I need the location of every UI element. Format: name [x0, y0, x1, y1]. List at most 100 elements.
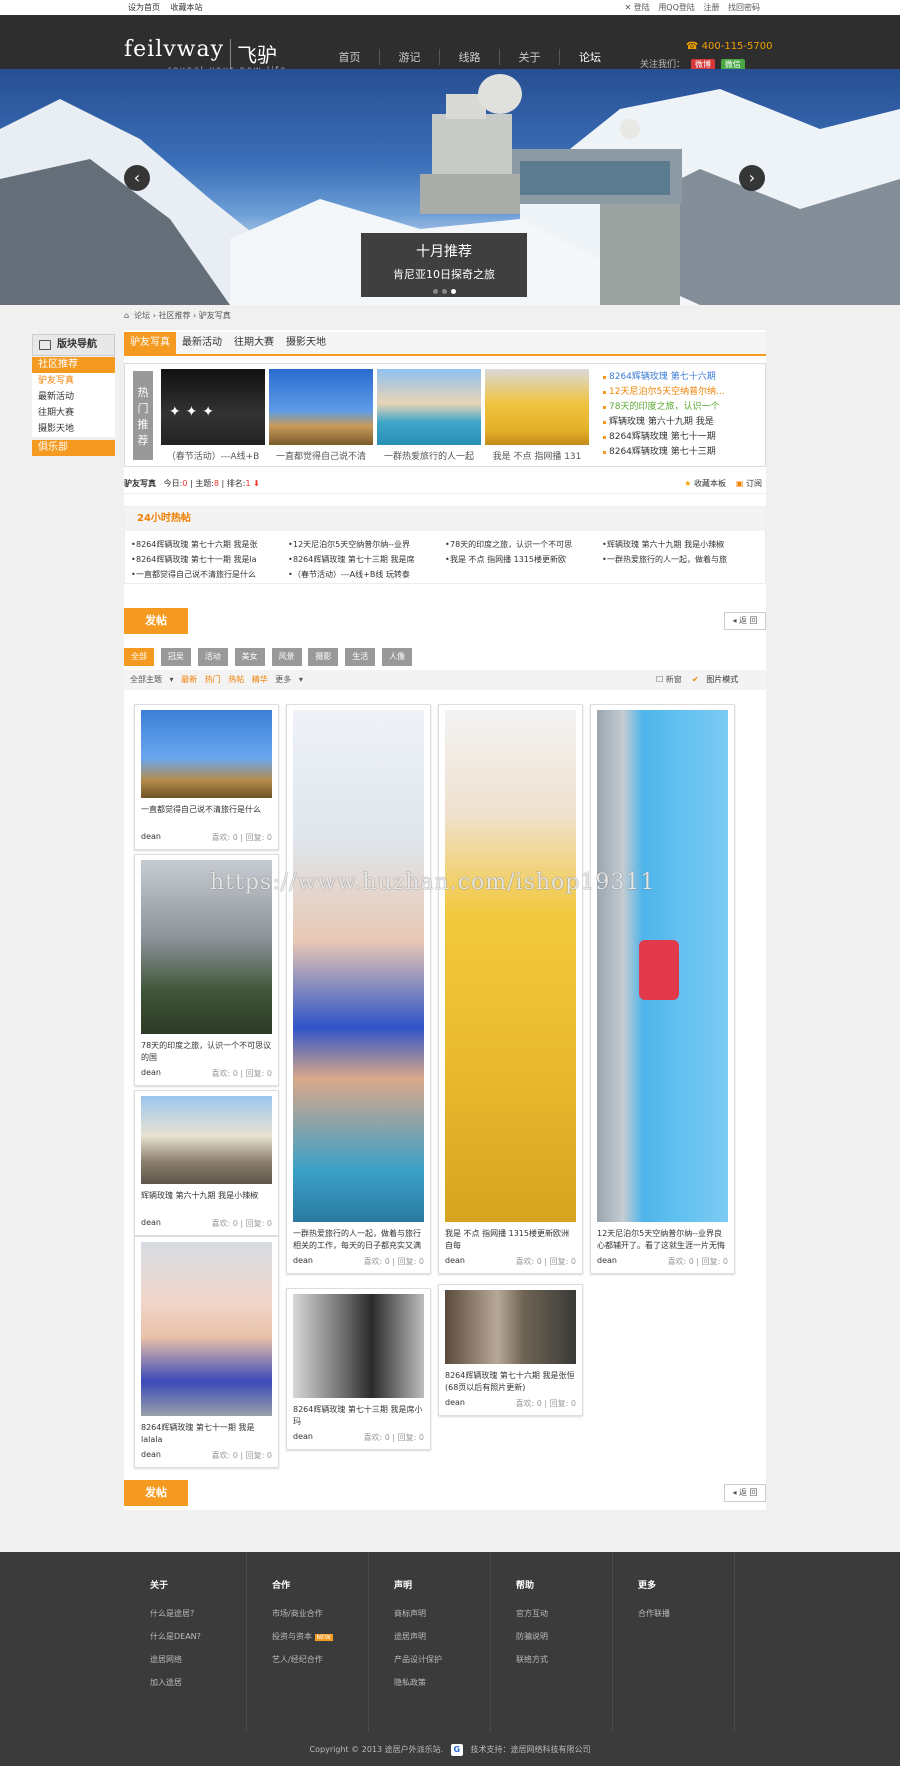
sidebar-item-events[interactable]: 最新活动 — [32, 389, 115, 405]
hot-24h-item[interactable]: 8264辉辆玫瑰 第七十一期 我是la — [131, 552, 288, 567]
card-title[interactable]: 一群热爱旅行的人一起，做着与旅行相关的工作，每天的日子都充实又满足 — [293, 1228, 424, 1252]
nav-home[interactable]: 首页 — [320, 49, 380, 65]
footer-link[interactable]: 途居网络 — [150, 1654, 182, 1665]
photo-card[interactable]: 一群热爱旅行的人一起，做着与旅行相关的工作，每天的日子都充实又满足 dean 喜欢… — [286, 704, 431, 1274]
card-author[interactable]: dean — [293, 1432, 313, 1441]
footer-link[interactable]: 隐私政策 — [394, 1677, 426, 1688]
footer-link[interactable]: 什么是DEAN? — [150, 1631, 201, 1642]
hot-24h-item[interactable]: 一直都觉得自己说不清旅行是什么 — [131, 567, 288, 582]
sort-digest[interactable]: 精华 — [252, 675, 268, 684]
card-photo[interactable] — [445, 1290, 576, 1364]
photo-card[interactable]: 8264辉辆玫瑰 第七十三期 我是席小玛 dean 喜欢: 0 | 回复: 0 — [286, 1288, 431, 1450]
filter-item[interactable]: 摄影 — [308, 648, 339, 666]
card-photo[interactable] — [293, 1294, 424, 1398]
footer-link[interactable]: 什么是途居? — [150, 1608, 194, 1619]
tab-events[interactable]: 最新活动 — [176, 332, 228, 354]
nav-travelogue[interactable]: 游记 — [380, 49, 440, 65]
favorite-board-link[interactable]: ★ 收藏本板 — [684, 474, 726, 494]
card-title[interactable]: 我是 不点 指网播 1315楼更新欧洲自每 — [445, 1228, 576, 1252]
register-link[interactable]: 注册 — [703, 3, 719, 12]
breadcrumb-forum[interactable]: 论坛 — [134, 311, 150, 320]
photo-card[interactable]: 12天尼泊尔5天空纳普尔纳--业界良心都辅开了。看了这就生涯一片无悔 dean 喜… — [590, 704, 735, 1274]
card-title[interactable]: 8264辉辆玫瑰 第七十六期 我是张恒(68页以后有照片更新) — [445, 1370, 576, 1394]
filter-item[interactable]: 美女 — [234, 648, 265, 666]
hot-24h-item[interactable]: 辉辆玫瑰 第六十九期 我是小辣椒 — [602, 537, 759, 552]
filter-item[interactable]: 人像 — [382, 648, 413, 666]
hot-photo-2[interactable] — [269, 369, 373, 445]
hot-photo-caption[interactable]: 一群热爱旅行的人一起 — [377, 449, 481, 462]
back-button-top[interactable]: ◂ 返 回 — [724, 612, 766, 630]
footer-link[interactable]: 合作联播 — [638, 1608, 670, 1619]
hot-24h-item[interactable]: 8264辉辆玫瑰 第七十六期 我是张 — [131, 537, 288, 552]
banner-dot[interactable] — [441, 289, 447, 294]
banner-dot-active[interactable] — [450, 289, 456, 294]
new-window-checkbox[interactable]: ☐ 新窗 — [656, 670, 687, 690]
card-photo[interactable] — [293, 710, 424, 1222]
photo-card[interactable]: 8264辉辆玫瑰 第七十六期 我是张恒(68页以后有照片更新) dean 喜欢: … — [438, 1284, 583, 1416]
card-photo[interactable] — [445, 710, 576, 1222]
nav-routes[interactable]: 线路 — [440, 49, 500, 65]
card-author[interactable]: dean — [141, 1068, 161, 1077]
card-title[interactable]: 辉辆玫瑰 第六十九期 我是小辣椒 — [141, 1190, 272, 1214]
hot-list-item[interactable]: 12天尼泊尔5天空纳普尔纳... — [603, 385, 763, 400]
sort-latest[interactable]: 最新 — [181, 675, 197, 684]
card-title[interactable]: 一直都觉得自己说不清旅行是什么 — [141, 804, 272, 828]
card-photo[interactable] — [141, 1242, 272, 1416]
filter-item[interactable]: 风景 — [271, 648, 302, 666]
hot-photo-caption[interactable]: 一直都觉得自己说不清 — [269, 449, 373, 462]
hot-list-item[interactable]: 8264辉辆玫瑰 第七十六期 — [603, 370, 763, 385]
banner-prev-button[interactable]: ‹ — [124, 165, 150, 191]
filter-all[interactable]: 全部 — [124, 648, 154, 666]
hot-photo-4[interactable] — [485, 369, 589, 445]
banner-next-button[interactable]: › — [739, 165, 765, 191]
footer-link[interactable]: 官方互动 — [516, 1608, 548, 1619]
card-author[interactable]: dean — [141, 832, 161, 841]
photo-card[interactable]: 我是 不点 指网播 1315楼更新欧洲自每 dean 喜欢: 0 | 回复: 0 — [438, 704, 583, 1274]
card-author[interactable]: dean — [293, 1256, 313, 1265]
card-title[interactable]: 8264辉辆玫瑰 第七十一期 我是lalala — [141, 1422, 272, 1446]
footer-link[interactable]: 途居声明 — [394, 1631, 426, 1642]
hot-list-item[interactable]: 8264辉辆玫瑰 第七十三期 — [603, 445, 763, 460]
hot-24h-item[interactable]: 我是 不点 指网播 1315楼更新欧 — [445, 552, 602, 567]
tab-photos[interactable]: 驴友写真 — [124, 332, 176, 354]
nav-forum[interactable]: 论坛 — [560, 49, 620, 65]
hot-24h-item[interactable]: （春节活动）---A线+B线 玩转泰 — [288, 567, 445, 582]
sidebar-category-club[interactable]: 俱乐部 — [32, 440, 115, 456]
image-mode-toggle[interactable]: ✔ 图片模式 — [692, 670, 743, 690]
card-title[interactable]: 8264辉辆玫瑰 第七十三期 我是席小玛 — [293, 1404, 424, 1428]
hot-photo-caption[interactable]: （春节活动）---A线+B — [161, 449, 265, 462]
footer-link[interactable]: 艺人/经纪合作 — [272, 1654, 323, 1665]
bookmark-link[interactable]: 收藏本站 — [171, 3, 203, 12]
footer-link[interactable]: 产品设计保护 — [394, 1654, 442, 1665]
sort-more[interactable]: 更多 ▾ — [275, 675, 303, 684]
rss-link[interactable]: ▣ 订阅 — [736, 474, 762, 494]
card-photo[interactable] — [597, 710, 728, 1222]
sidebar-category-recommend[interactable]: 社区推荐 — [32, 357, 115, 373]
footer-link[interactable]: 加入途居 — [150, 1677, 182, 1688]
footer-link[interactable]: 投资与资本 NEW — [272, 1631, 333, 1642]
hot-24h-item[interactable]: 12天尼泊尔5天空纳普尔纳--业界 — [288, 537, 445, 552]
hot-photo-1[interactable]: ✦ ✦ ✦ — [161, 369, 265, 445]
card-author[interactable]: dean — [141, 1450, 161, 1459]
footer-link[interactable]: 市场/商业合作 — [272, 1608, 323, 1619]
hot-list-item[interactable]: 辉辆玫瑰 第六十九期 我是 — [603, 415, 763, 430]
hot-list-item[interactable]: 78天的印度之旅，认识一个 — [603, 400, 763, 415]
tab-contests[interactable]: 往期大赛 — [228, 332, 280, 354]
hot-24h-item[interactable]: 78天的印度之旅，认识一个不可思 — [445, 537, 602, 552]
home-icon[interactable]: ⌂ — [124, 311, 129, 320]
card-title[interactable]: 78天的印度之旅，认识一个不可思议的国 — [141, 1040, 272, 1064]
footer-link[interactable]: 商标声明 — [394, 1608, 426, 1619]
card-author[interactable]: dean — [141, 1218, 161, 1227]
photo-card[interactable]: 一直都觉得自己说不清旅行是什么 dean 喜欢: 0 | 回复: 0 — [134, 704, 279, 850]
sort-all-topics[interactable]: 全部主题 ▾ — [130, 675, 174, 684]
hot-photo-caption[interactable]: 我是 不点 指网播 131 — [485, 449, 589, 462]
card-photo[interactable] — [141, 710, 272, 798]
footer-link[interactable]: 防骗说明 — [516, 1631, 548, 1642]
banner-dot[interactable] — [432, 289, 438, 294]
sidebar-item-contests[interactable]: 往期大赛 — [32, 405, 115, 421]
breadcrumb-recommend[interactable]: 社区推荐 — [158, 311, 190, 320]
hot-photo-3[interactable] — [377, 369, 481, 445]
card-author[interactable]: dean — [445, 1256, 465, 1265]
card-photo[interactable] — [141, 1096, 272, 1184]
post-button-top[interactable]: 发帖 — [124, 608, 188, 634]
